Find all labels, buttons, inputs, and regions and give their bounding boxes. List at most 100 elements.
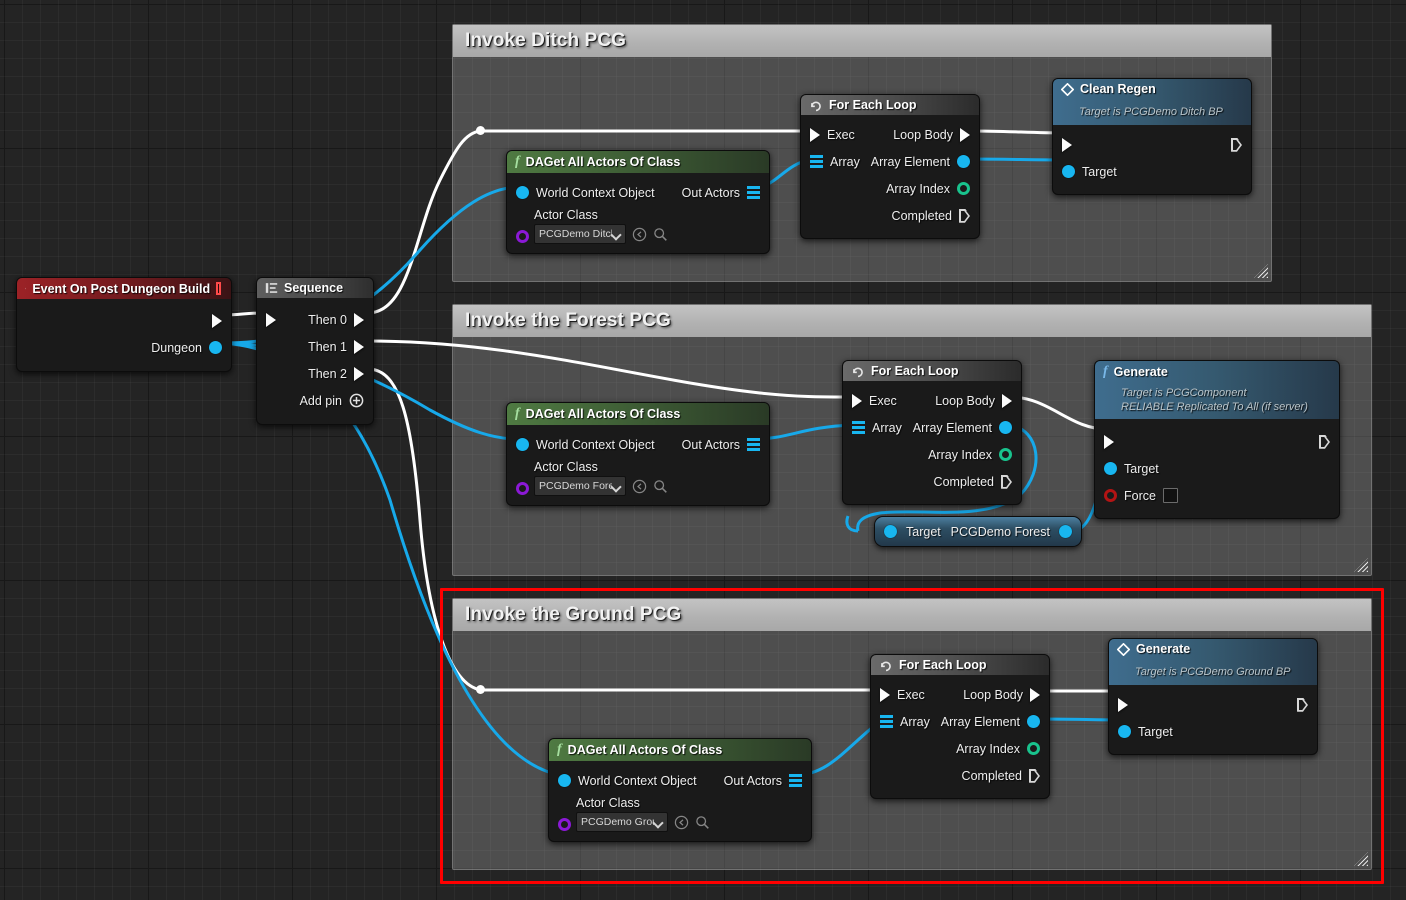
browse-back-icon[interactable]	[632, 227, 647, 242]
loop-body-pin[interactable]	[1002, 393, 1012, 408]
actor-class-pin[interactable]	[516, 230, 529, 243]
pin-row-exec-out	[17, 307, 231, 334]
comment-header-ground[interactable]: Invoke the Ground PCG	[453, 599, 1371, 631]
out-actors-array-pin[interactable]	[789, 774, 802, 787]
search-icon[interactable]	[653, 227, 668, 242]
node-header[interactable]: f DAGet All Actors Of Class	[549, 739, 811, 761]
array-in-pin[interactable]	[880, 715, 893, 728]
search-icon[interactable]	[695, 815, 710, 830]
exec-in-pin[interactable]	[852, 393, 862, 408]
wire-reroute-knot-ditch[interactable]	[476, 126, 485, 135]
array-index-pin[interactable]	[957, 182, 970, 195]
node-title: DAGet All Actors Of Class	[525, 155, 681, 169]
node-header[interactable]: Sequence	[257, 278, 373, 298]
browse-back-icon[interactable]	[674, 815, 689, 830]
world-context-object-pin[interactable]	[516, 186, 529, 199]
pin-row-target: Target	[1053, 158, 1251, 185]
array-element-pin[interactable]	[957, 155, 970, 168]
target-in-pin[interactable]	[1118, 725, 1131, 738]
target-in-pin[interactable]	[1104, 462, 1117, 475]
pin-label-loop-body: Loop Body	[893, 127, 953, 142]
add-pin-icon[interactable]	[349, 393, 364, 408]
exec-in-pin[interactable]	[810, 127, 820, 142]
node-clean-regen[interactable]: Clean Regen Target is PCGDemo Ditch BP T…	[1052, 78, 1252, 195]
chevron-down-icon	[612, 230, 621, 239]
then-0-pin[interactable]	[354, 312, 364, 327]
node-generate-ground[interactable]: Generate Target is PCGDemo Ground BP Tar…	[1108, 638, 1318, 755]
node-sequence[interactable]: Sequence Then 0 Then 1 Then 2 Add pin	[256, 277, 374, 425]
world-context-object-pin[interactable]	[558, 774, 571, 787]
completed-pin[interactable]	[959, 208, 970, 223]
target-in-pin[interactable]	[884, 525, 897, 538]
node-header[interactable]: For Each Loop	[843, 361, 1021, 381]
array-element-pin[interactable]	[1027, 715, 1040, 728]
event-delegate-icon[interactable]	[216, 282, 221, 295]
exec-in-pin[interactable]	[1062, 137, 1072, 152]
node-variable-pcgdemo-forest[interactable]: Target PCGDemo Forest	[874, 516, 1082, 547]
completed-pin[interactable]	[1001, 474, 1012, 489]
node-title: For Each Loop	[899, 658, 987, 672]
pin-label-completed: Completed	[933, 474, 994, 489]
node-daget-all-actors-of-class-ground[interactable]: f DAGet All Actors Of Class World Contex…	[548, 738, 812, 842]
node-daget-all-actors-of-class-ditch[interactable]: f DAGet All Actors Of Class World Contex…	[506, 150, 770, 254]
then-1-pin[interactable]	[354, 339, 364, 354]
exec-out-pin[interactable]	[1231, 137, 1242, 152]
actor-class-pin[interactable]	[558, 818, 571, 831]
dungeon-out-pin[interactable]	[209, 341, 222, 354]
node-header[interactable]: For Each Loop	[871, 655, 1049, 675]
node-daget-all-actors-of-class-forest[interactable]: f DAGet All Actors Of Class World Contex…	[506, 402, 770, 506]
node-header[interactable]: Generate Target is PCGDemo Ground BP	[1109, 639, 1317, 685]
exec-out-pin[interactable]	[212, 313, 222, 328]
array-index-pin[interactable]	[1027, 742, 1040, 755]
node-header[interactable]: f DAGet All Actors Of Class	[507, 151, 769, 173]
exec-out-pin[interactable]	[1297, 697, 1308, 712]
array-in-pin[interactable]	[852, 421, 865, 434]
actor-class-dropdown[interactable]: PCGDemo Fores	[534, 476, 626, 496]
node-header[interactable]: f Generate Target is PCGComponent RELIAB…	[1095, 361, 1339, 419]
blueprint-graph-canvas[interactable]: Invoke Ditch PCG Invoke the Forest PCG I…	[0, 0, 1406, 900]
node-for-each-loop-forest[interactable]: For Each Loop Exec Loop Body Array Array…	[842, 360, 1022, 505]
exec-in-pin[interactable]	[1118, 697, 1128, 712]
comment-header-forest[interactable]: Invoke the Forest PCG	[453, 305, 1371, 337]
out-actors-array-pin[interactable]	[747, 186, 760, 199]
comment-header-ditch[interactable]: Invoke Ditch PCG	[453, 25, 1271, 57]
node-header[interactable]: f DAGet All Actors Of Class	[507, 403, 769, 425]
actor-class-dropdown[interactable]: PCGDemo Ditch	[534, 224, 626, 244]
exec-in-pin[interactable]	[266, 312, 276, 327]
then-2-pin[interactable]	[354, 366, 364, 381]
array-index-pin[interactable]	[999, 448, 1012, 461]
target-in-pin[interactable]	[1062, 165, 1075, 178]
node-header[interactable]: Clean Regen Target is PCGDemo Ditch BP	[1053, 79, 1251, 125]
force-checkbox[interactable]	[1162, 488, 1178, 503]
node-title: Sequence	[284, 281, 344, 295]
node-for-each-loop-ditch[interactable]: For Each Loop Exec Loop Body Array Array…	[800, 94, 980, 239]
node-header[interactable]: Event On Post Dungeon Build	[17, 278, 231, 299]
wire-reroute-knot-ground[interactable]	[476, 685, 485, 694]
loop-body-pin[interactable]	[960, 127, 970, 142]
resize-grip-icon[interactable]	[1354, 558, 1368, 572]
exec-out-pin[interactable]	[1319, 434, 1330, 449]
loop-icon	[881, 660, 891, 671]
node-header[interactable]: For Each Loop	[801, 95, 979, 115]
value-out-pin[interactable]	[1059, 525, 1072, 538]
actor-class-controls: PCGDemo Ditch	[516, 224, 760, 244]
out-actors-array-pin[interactable]	[747, 438, 760, 451]
node-event-on-post-dungeon-build[interactable]: Event On Post Dungeon Build Dungeon	[16, 277, 232, 372]
node-generate-forest[interactable]: f Generate Target is PCGComponent RELIAB…	[1094, 360, 1340, 519]
exec-in-pin[interactable]	[880, 687, 890, 702]
array-in-pin[interactable]	[810, 155, 823, 168]
actor-class-dropdown[interactable]: PCGDemo Groun	[576, 812, 668, 832]
force-in-pin[interactable]	[1104, 489, 1117, 502]
browse-back-icon[interactable]	[632, 479, 647, 494]
actor-class-pin[interactable]	[516, 482, 529, 495]
exec-in-pin[interactable]	[1104, 434, 1114, 449]
resize-grip-icon[interactable]	[1254, 264, 1268, 278]
node-for-each-loop-ground[interactable]: For Each Loop Exec Loop Body Array Array…	[870, 654, 1050, 799]
resize-grip-icon[interactable]	[1354, 852, 1368, 866]
completed-pin[interactable]	[1029, 768, 1040, 783]
array-element-pin[interactable]	[999, 421, 1012, 434]
pin-row-add-pin[interactable]: Add pin	[257, 387, 373, 414]
search-icon[interactable]	[653, 479, 668, 494]
loop-body-pin[interactable]	[1030, 687, 1040, 702]
world-context-object-pin[interactable]	[516, 438, 529, 451]
